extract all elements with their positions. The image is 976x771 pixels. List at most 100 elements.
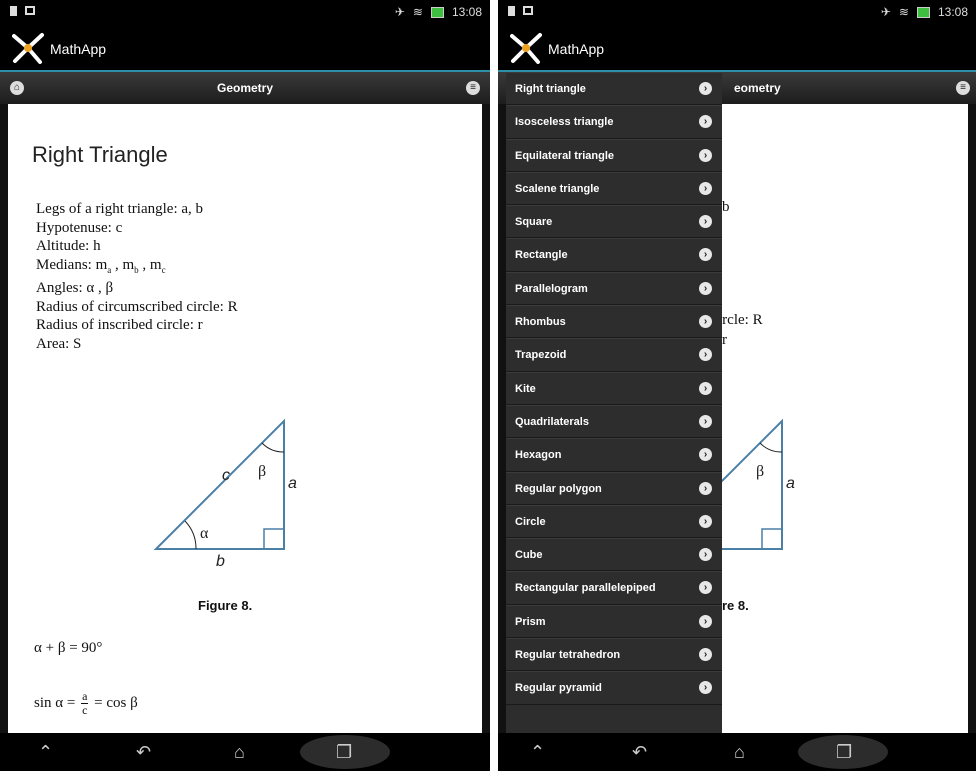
frame-right [482,104,490,733]
definition-item: Legs of a right triangle: a, b [36,201,204,217]
figure-caption: re 8. [722,598,749,613]
definitions-list: Legs of a right triangle: a, b Hypotenus… [36,200,238,353]
menu-item[interactable]: Rhombus › [506,305,722,339]
wifi-icon: ≋ [412,5,423,19]
nav-title: eometry [734,81,781,95]
notification-icon [508,6,515,16]
chevron-right-icon: › [699,614,712,628]
menu-button[interactable]: ≡ [956,81,970,95]
battery-icon [916,6,930,18]
app-logo-icon [12,33,44,64]
notification-icon [523,6,533,15]
peek-text: b [722,199,730,215]
label-b: b [216,553,225,570]
definition-item: Hypotenuse: c [36,219,123,236]
status-bar: ✈ ≋ 13:08 [498,0,976,26]
menu-item[interactable]: Rectangle › [506,238,722,272]
home-icon[interactable]: ⌂ [234,742,245,763]
definition-item: Area: S [36,335,82,352]
menu-item[interactable]: Scalene triangle › [506,171,722,206]
recent-apps-icon[interactable]: ❐ [836,742,852,763]
label-c: c [222,467,230,484]
system-nav-bar: ⌃ ↶ ⌂ ❐ [498,733,976,771]
frame-left [498,104,506,733]
side-menu: Right triangle › Isosceless triangle › Equ… [506,72,722,733]
chevron-right-icon: › [699,448,712,462]
definition-item: Radius of inscribed circle: r [36,317,203,333]
formula-sine: sin α = ac = cos β [34,689,138,717]
screen-divider [490,0,498,771]
phone-screen-left: ✈ ≋ 13:08 MathApp ⌂ Geometry ≡ Right Tri… [0,0,490,771]
clock: 13:08 [451,5,482,19]
status-bar: ✈ ≋ 13:08 [0,0,490,26]
app-logo-icon [510,33,542,64]
menu-item[interactable]: Hexagon › [506,438,722,472]
notification-icon [10,6,17,16]
back-icon[interactable]: ↶ [632,742,647,763]
label-beta: β [756,463,764,480]
frame-right [968,104,976,733]
recent-apps-icon[interactable]: ❐ [336,742,352,763]
frame-left [0,104,8,733]
figure-caption: Figure 8. [198,598,253,613]
chevron-right-icon: › [699,581,712,595]
chevron-right-icon: › [699,648,712,662]
chevron-right-icon: › [699,315,712,329]
chevron-right-icon: › [699,115,712,129]
chevron-right-icon: › [699,348,712,362]
chevron-right-icon: › [699,181,712,195]
phone-screen-right: ✈ ≋ 13:08 MathApp eometry ≡ b ircle: R r… [498,0,976,771]
label-alpha: α [200,525,209,542]
definition-item: Radius of circumscribed circle: R [36,298,238,315]
menu-item[interactable]: Parallelogram › [506,271,722,306]
menu-item[interactable]: Quadrilaterals › [506,404,722,439]
nav-title: Geometry [216,81,274,95]
menu-item[interactable]: Prism › [506,604,722,639]
menu-item[interactable]: Square › [506,205,722,239]
collapse-icon[interactable]: ⌃ [530,742,545,763]
app-header: MathApp [0,26,490,72]
menu-button[interactable]: ≡ [466,81,480,95]
menu-item[interactable]: Cube › [506,538,722,572]
system-nav-bar: ⌃ ↶ ⌂ ❐ [0,733,490,771]
nav-bar: ⌂ Geometry ≡ [0,72,490,104]
definition-item: Angles: α , β [36,280,114,296]
chevron-right-icon: › [699,82,712,95]
chevron-right-icon: › [699,681,712,695]
menu-item[interactable]: Regular polygon › [506,471,722,505]
menu-item[interactable]: Regular pyramid › [506,671,722,705]
chevron-right-icon: › [699,514,712,528]
clock: 13:08 [937,5,968,19]
formula-angle-sum: α + β = 90° [34,640,103,656]
notification-icon [25,6,35,15]
chevron-right-icon: › [699,215,712,229]
collapse-icon[interactable]: ⌃ [38,742,53,763]
menu-item[interactable]: Kite › [506,371,722,405]
chevron-right-icon: › [699,381,712,395]
chevron-right-icon: › [699,414,712,428]
app-header: MathApp [498,26,976,72]
menu-item[interactable]: Equilateral triangle › [506,138,722,172]
label-a: a [288,475,297,492]
peek-text: r [722,332,727,348]
page-title: Right Triangle [32,142,168,167]
label-beta: β [258,463,266,480]
menu-item[interactable]: Right triangle › [506,72,722,106]
menu-item[interactable]: Circle › [506,504,722,539]
signal-off-icon: ✈ [394,5,405,19]
menu-item[interactable]: Rectangular parallelepiped › [506,571,722,605]
chevron-right-icon: › [699,481,712,495]
app-title: MathApp [548,41,605,57]
menu-item[interactable]: Regular tetrahedron › [506,638,722,672]
menu-item[interactable]: Isosceless triangle › [506,105,722,139]
back-icon[interactable]: ↶ [136,742,151,763]
peek-text: ircle: R [718,312,763,328]
chevron-right-icon: › [699,148,712,162]
app-title: MathApp [50,41,107,57]
menu-item[interactable]: Trapezoid › [506,338,722,372]
home-icon[interactable]: ⌂ [734,742,745,763]
chevron-right-icon: › [699,281,712,295]
signal-off-icon: ✈ [880,5,891,19]
chevron-right-icon: › [699,548,712,562]
battery-icon [430,6,444,18]
